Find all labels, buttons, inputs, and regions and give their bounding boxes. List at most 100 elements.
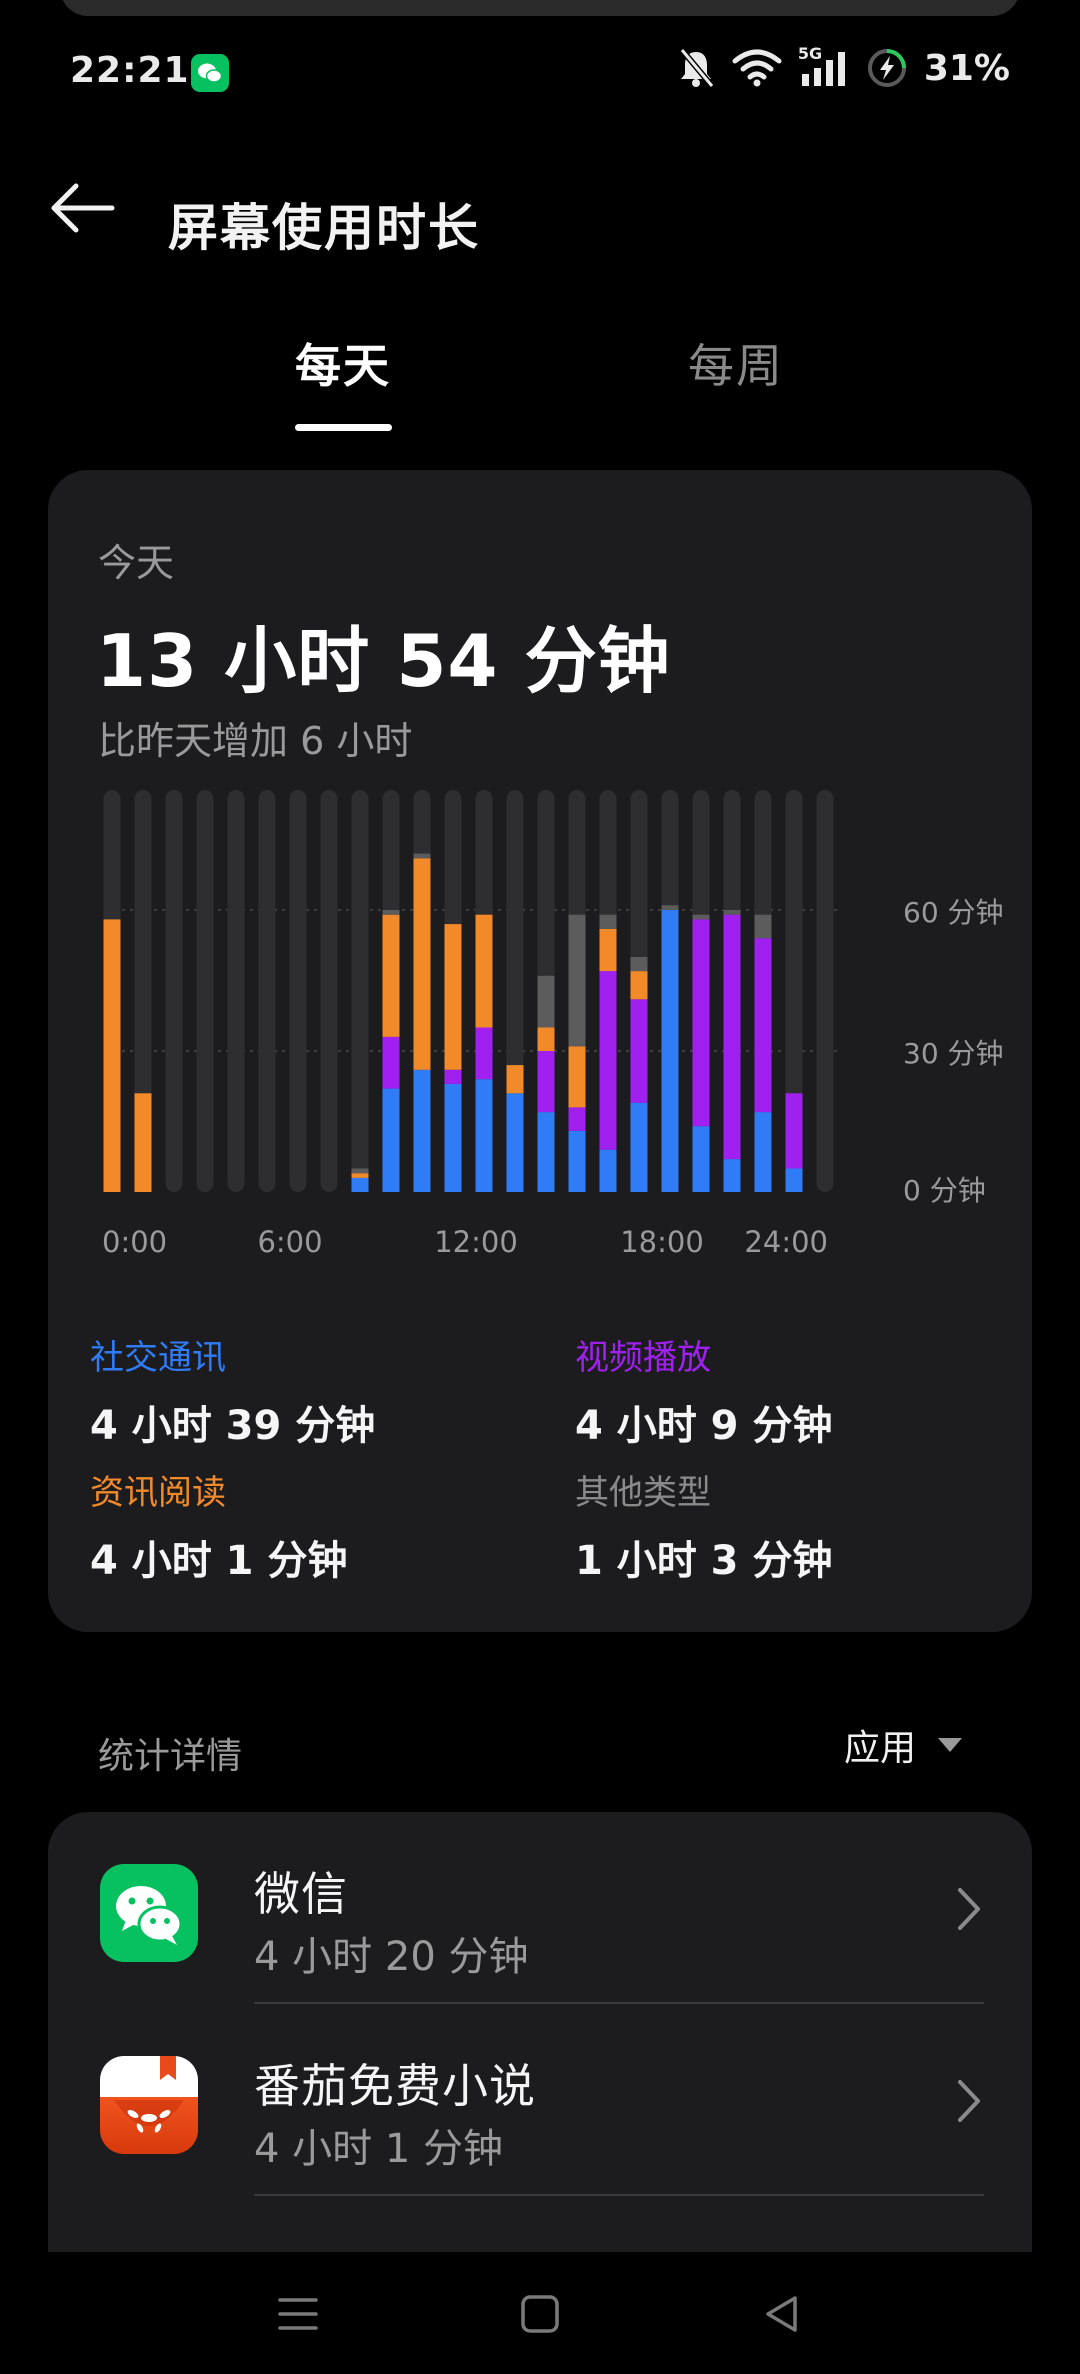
bar-track — [165, 790, 183, 1192]
stat-social: 社交通讯 4 小时 39 分钟 — [90, 1330, 550, 1451]
arrow-left-icon — [51, 183, 115, 233]
bar-segment — [568, 914, 586, 1047]
stat-label-social: 社交通讯 — [90, 1338, 226, 1378]
bar-segment — [630, 971, 648, 1000]
bar-cap — [134, 1175, 152, 1192]
triangle-down-icon — [938, 1738, 962, 1752]
bar-segment — [630, 957, 648, 972]
bar-segment — [754, 938, 772, 1113]
header: 屏幕使用时长 — [0, 160, 1080, 280]
nav-menu-button[interactable] — [266, 2282, 330, 2346]
battery-percent: 31% — [923, 47, 1010, 89]
status-icons: 5G 31% — [676, 44, 1010, 90]
bar-segment — [103, 919, 121, 1192]
bar-track — [320, 790, 338, 1192]
bar-segment — [413, 853, 431, 859]
bar-segment — [568, 1046, 586, 1108]
stat-value-social: 4 小时 39 分钟 — [90, 1403, 376, 1449]
day-label: 今天 — [98, 541, 175, 585]
chevron-right-icon — [958, 2080, 980, 2122]
bar-cap — [444, 1175, 462, 1192]
filter-dropdown[interactable]: 应用 — [844, 1719, 964, 1771]
bar-segment — [723, 914, 741, 1160]
app-name: 番茄免费小说 — [254, 2059, 536, 2113]
bar-cap — [413, 1175, 431, 1192]
app-time: 4 小时 1 分钟 — [254, 2126, 504, 2172]
bar-cap — [103, 1175, 121, 1192]
period-tabs: 每天 每周 — [0, 330, 1080, 440]
bar-cap — [785, 1175, 803, 1192]
x-tick-label: 0:00 — [102, 1225, 167, 1259]
wechat-app-icon — [100, 1864, 198, 1962]
x-tick-label: 18:00 — [620, 1225, 704, 1259]
bar-segment — [661, 910, 679, 1192]
y-tick-label: 60 分钟 — [903, 896, 1004, 929]
x-tick-label: 6:00 — [257, 1225, 322, 1259]
app-time: 4 小时 20 分钟 — [254, 1934, 529, 1980]
bar-track — [816, 790, 834, 1192]
5g-signal-icon: 5G — [798, 44, 850, 90]
bell-muted-icon — [676, 46, 716, 90]
bar-segment — [413, 858, 431, 1070]
bar-segment — [754, 914, 772, 939]
bar-segment — [537, 975, 555, 1028]
bar-segment — [351, 1168, 369, 1174]
app-row-fanqie[interactable]: 番茄免费小说 4 小时 1 分钟 — [48, 2004, 1032, 2196]
tab-daily[interactable]: 每天 — [295, 330, 391, 396]
bar-cap — [568, 1175, 586, 1192]
app-usage-list: 微信 4 小时 20 分钟 番茄免费小说 4 小时 1 分钟 — [48, 1812, 1032, 2252]
stat-label-reading: 资讯阅读 — [90, 1473, 226, 1513]
app-name: 微信 — [254, 1867, 348, 1921]
stat-value-reading: 4 小时 1 分钟 — [90, 1538, 348, 1584]
battery-charging-icon — [866, 47, 908, 89]
bar-segment — [444, 924, 462, 1070]
bar-segment — [599, 928, 617, 972]
bar-segment — [723, 910, 741, 915]
bar-cap — [630, 1175, 648, 1192]
bar-cap — [351, 1177, 369, 1192]
x-tick-label: 12:00 — [434, 1225, 518, 1259]
details-header: 统计详情 应用 — [0, 1715, 1080, 1777]
stat-reading: 资讯阅读 4 小时 1 分钟 — [90, 1465, 550, 1586]
bar-segment — [568, 1107, 586, 1131]
hourly-usage-chart[interactable]: 60 分钟 30 分钟 0 分钟 0:00 6:00 12:00 18:00 24:00 — [88, 790, 1028, 1310]
bar-segment — [537, 1051, 555, 1113]
bar-cap — [599, 1175, 617, 1192]
fanqie-novel-app-icon — [100, 2056, 198, 2154]
stat-value-other: 1 小时 3 分钟 — [575, 1538, 833, 1584]
usage-summary-card: 今天 13 小时 54 分钟 比昨天增加 6 小时 60 分钟 30 分钟 0 分钟… — [48, 470, 1032, 1632]
bar-cap — [754, 1175, 772, 1192]
filter-label: 应用 — [843, 1728, 916, 1769]
comparison-text: 比昨天增加 6 小时 — [98, 719, 413, 763]
nav-back-button[interactable] — [750, 2282, 814, 2346]
x-tick-label: 24:00 — [744, 1225, 828, 1259]
bar-segment — [537, 1027, 555, 1051]
bar-cap — [475, 1175, 493, 1192]
status-time: 22:21 — [70, 50, 190, 91]
stat-video: 视频播放 4 小时 9 分钟 — [575, 1330, 1035, 1451]
app-row-wechat[interactable]: 微信 4 小时 20 分钟 — [48, 1812, 1032, 2004]
divider — [254, 2194, 984, 2196]
active-tab-indicator — [295, 424, 392, 431]
bar-segment — [692, 914, 710, 920]
bar-track — [196, 790, 214, 1192]
home-square-icon — [521, 2295, 559, 2333]
system-nav-bar — [0, 2252, 1080, 2374]
back-button[interactable] — [40, 170, 130, 260]
wechat-icon — [191, 54, 229, 92]
tab-weekly[interactable]: 每周 — [688, 330, 784, 396]
details-title: 统计详情 — [98, 1736, 243, 1777]
wifi-icon — [732, 48, 782, 88]
bar-segment — [599, 971, 617, 1150]
y-tick-label: 0 分钟 — [903, 1174, 986, 1207]
bar-segment — [475, 1027, 493, 1080]
bar-cap — [723, 1175, 741, 1192]
nav-home-button[interactable] — [508, 2282, 572, 2346]
stat-label-other: 其他类型 — [575, 1473, 711, 1513]
bar-segment — [506, 1065, 524, 1094]
stat-label-video: 视频播放 — [575, 1338, 711, 1378]
top-overlay-pill — [60, 0, 1020, 16]
bar-segment — [382, 914, 400, 1037]
back-triangle-icon — [766, 2296, 797, 2332]
bar-segment — [630, 999, 648, 1103]
